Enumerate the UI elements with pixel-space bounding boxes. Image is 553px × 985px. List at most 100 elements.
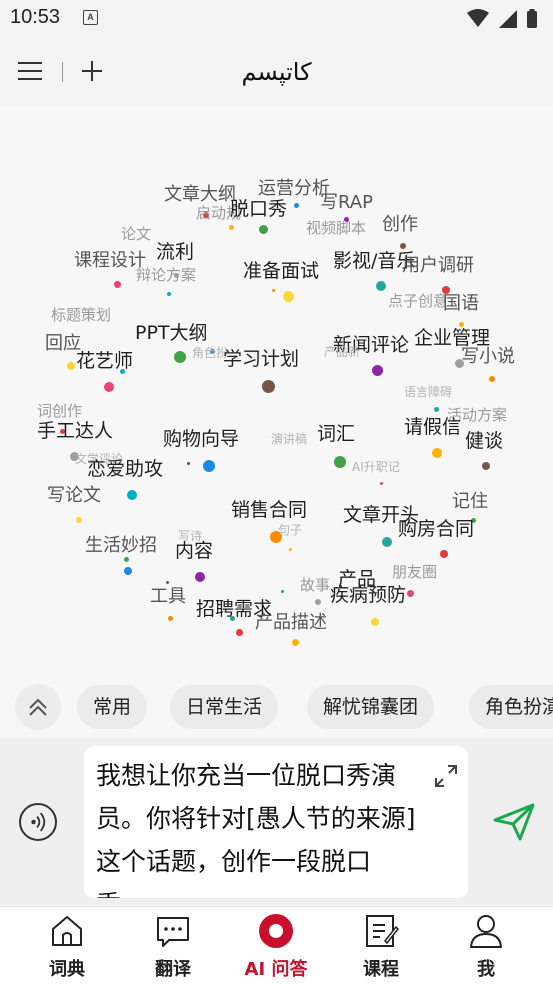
cloud-word[interactable]: 国语 [443,289,479,315]
cloud-word[interactable]: 记住 [452,487,488,513]
voice-input-icon[interactable] [19,803,57,841]
cloud-dot [281,590,284,593]
cloud-dot [76,517,82,523]
cloud-dot [407,590,414,597]
nav-translate[interactable]: 翻译 [118,907,228,985]
cloud-word[interactable]: 视频脚本 [306,217,366,238]
cloud-word[interactable]: 演讲稿 [271,430,307,447]
double-chevron-up-icon[interactable] [15,684,61,730]
cloud-word[interactable]: 学习计划 [223,344,299,371]
cloud-word[interactable]: 写小说 [461,342,515,368]
cloud-dot [259,225,268,234]
cloud-dot [187,462,190,465]
cloud-word[interactable]: 花艺师 [76,346,133,373]
cloud-word[interactable]: 内容 [175,536,213,563]
cloud-dot [372,365,383,376]
cloud-word[interactable]: 语言障碍 [404,383,452,400]
cloud-word[interactable]: 恋爱助攻 [87,454,163,481]
cloud-dot [440,550,448,558]
battery-icon [527,11,537,28]
nav-label: 课程 [363,959,399,980]
cloud-word[interactable]: 创作 [382,210,418,236]
cloud-dot [124,557,129,562]
signal-icon [499,10,517,28]
cloud-dot [67,362,75,370]
cloud-word[interactable]: 手工达人 [37,416,113,443]
cloud-dot [334,456,346,468]
cloud-word[interactable]: 故事 [300,574,330,595]
prompt-input-text[interactable]: 我想让你充当一位脱口秀演员。你将针对[愚人节的来源]这个话题，创作一段脱口秀。 [96,754,416,898]
wifi-icon [467,9,489,27]
cloud-dot [294,203,299,208]
cloud-word[interactable]: 购物向导 [163,424,239,451]
bottom-nav: 词典 翻译 AI 问答 课程 我 [0,906,553,984]
cloud-dot [236,629,243,636]
cloud-word[interactable]: 写RAP [320,188,373,214]
cloud-dot [127,490,137,500]
cloud-word[interactable]: 词汇 [317,419,355,446]
cloud-word[interactable]: 标题策划 [51,304,111,325]
cloud-word[interactable]: 句子 [278,521,302,538]
cloud-word[interactable]: 朋友圈 [392,561,437,582]
cloud-word[interactable]: PPT大纲 [135,318,208,345]
cloud-word[interactable]: 购房合同 [398,514,474,541]
cloud-word[interactable]: 请假信 [404,412,461,439]
cloud-dot [432,448,442,458]
cloud-dot [376,281,386,291]
cloud-word[interactable]: 写论文 [47,481,101,507]
cloud-word[interactable]: 准备面试 [243,256,319,283]
ai-record-icon [259,914,293,948]
cloud-word[interactable]: 辩论方案 [136,264,196,285]
cloud-word[interactable]: 疾病预防 [330,580,406,607]
cloud-dot [195,572,205,582]
chip-common[interactable]: 常用 [77,685,148,729]
expand-icon[interactable] [434,764,458,788]
cloud-word[interactable]: 产品描述 [255,608,327,634]
cloud-word[interactable]: 健谈 [465,426,503,453]
cloud-word[interactable]: 点子创意 [388,290,448,311]
prompt-input[interactable]: 我想让你充当一位脱口秀演员。你将针对[愚人节的来源]这个话题，创作一段脱口秀。 [84,746,468,898]
cloud-dot [380,482,383,485]
cloud-word[interactable]: 脱口秀 [230,194,287,221]
chip-role-play[interactable]: 角色扮演 [469,685,553,729]
chip-daily-life[interactable]: 日常生活 [170,685,279,729]
cloud-dot [283,291,294,302]
nav-courses[interactable]: 课程 [326,907,436,985]
nav-label: 翻译 [155,959,191,980]
notebook-icon [366,915,399,947]
person-icon [470,915,502,948]
cloud-dot [292,639,299,646]
status-icons [467,9,537,28]
send-icon[interactable] [492,802,536,842]
cloud-word[interactable]: 产品新 [324,343,360,360]
cloud-word[interactable]: 工具 [150,582,186,608]
cloud-dot [272,289,275,292]
nav-ai-qa[interactable]: AI 问答 [221,907,331,985]
cloud-dot [315,599,321,605]
cloud-word[interactable]: 流利 [156,237,194,264]
nav-label: 词典 [49,959,85,980]
cloud-dot [229,225,234,230]
cloud-word[interactable]: 生活妙招 [85,531,157,557]
house-icon [52,916,82,946]
cloud-dot [167,292,171,296]
category-chips: 常用 日常生活 解忧锦囊团 角色扮演 [0,676,553,738]
nav-dictionary[interactable]: 词典 [12,907,122,985]
notification-icon: A [83,10,98,25]
cloud-word[interactable]: 论文 [121,223,151,244]
cloud-dot [104,382,114,392]
cloud-word[interactable]: 用户调研 [402,251,474,277]
cloud-dot [174,351,186,363]
chip-troubleshoot[interactable]: 解忧锦囊团 [307,685,435,729]
cloud-dot [168,616,173,621]
cloud-dot [262,380,275,393]
cloud-word[interactable]: AI升职记 [352,458,400,475]
input-area: 我想让你充当一位脱口秀演员。你将针对[愚人节的来源]这个话题，创作一段脱口秀。 [0,738,553,906]
nav-me[interactable]: 我 [431,907,541,985]
cloud-dot [382,537,392,547]
cloud-dot [114,281,121,288]
app-bar: کاتپسم [0,38,553,106]
prompt-word-cloud[interactable]: 运营分析 文章大纲 写RAP 启动规 脱口秀 视频脚本 创作 论文 流利 课程设计 准备面试 影视/音… [0,106,553,676]
cloud-dot [203,460,215,472]
cloud-word[interactable]: 销售合同 [231,495,307,522]
